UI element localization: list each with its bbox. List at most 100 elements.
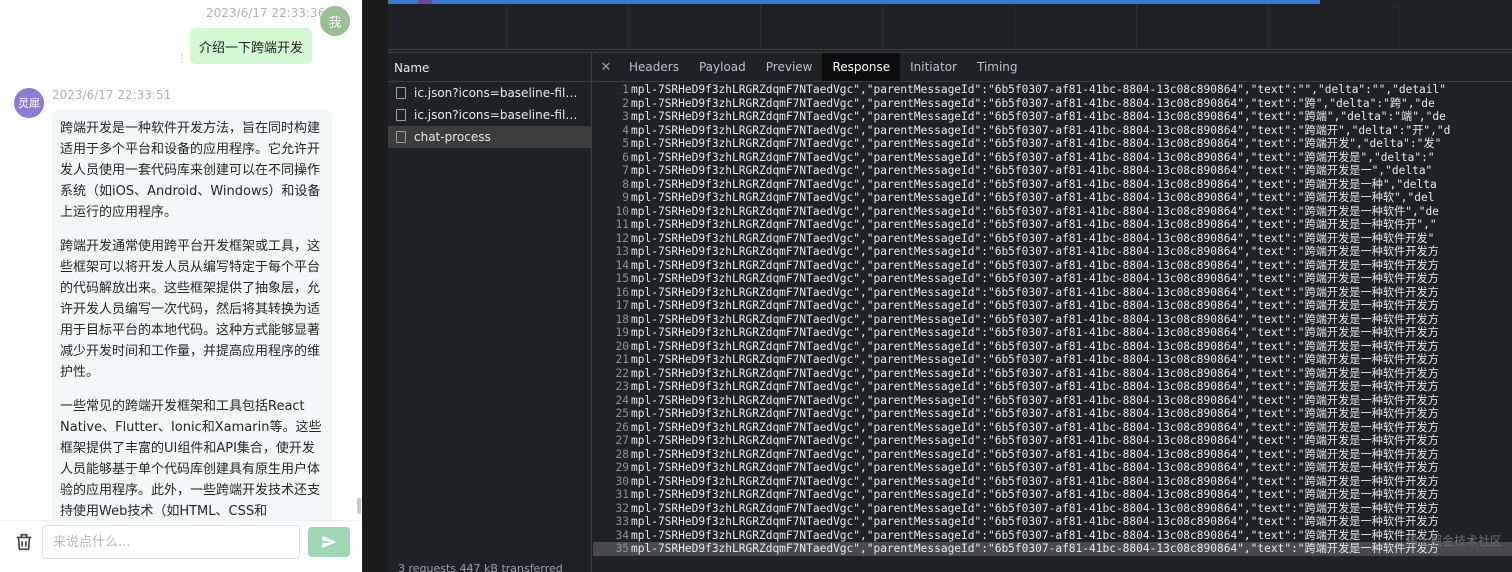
line-content: mpl-7SRHeD9f3zhLRGRZdqmF7NTaedVgc","pare… — [631, 259, 1439, 273]
request-rows: ic.json?icons=baseline-file-d... ic.json?… — [388, 82, 591, 148]
line-tail: 跨端开发是一种软件开发方 — [1304, 312, 1439, 326]
line-prefix: mpl-7SRHeD9f3zhLRGRZdqmF7NTaedVgc","pare… — [631, 137, 1305, 150]
line-content: mpl-7SRHeD9f3zhLRGRZdqmF7NTaedVgc","pare… — [631, 488, 1439, 502]
line-tail: ","delta":"","detail" — [1304, 83, 1446, 96]
bot-message-time: 2023/6/17 22:33:51 — [52, 88, 172, 102]
line-number: 25 — [615, 407, 629, 420]
code-line: 30 mpl-7SRHeD9f3zhLRGRZdqmF7NTaedVgc","pa… — [593, 475, 1512, 489]
code-line: 9 mpl-7SRHeD9f3zhLRGRZdqmF7NTaedVgc","par… — [593, 191, 1512, 205]
send-button[interactable] — [308, 527, 350, 557]
line-content: mpl-7SRHeD9f3zhLRGRZdqmF7NTaedVgc","pare… — [631, 353, 1439, 367]
chat-scrollbar[interactable] — [357, 498, 361, 514]
line-prefix: mpl-7SRHeD9f3zhLRGRZdqmF7NTaedVgc","pare… — [631, 110, 1305, 123]
chat-input[interactable] — [42, 525, 300, 559]
line-content: mpl-7SRHeD9f3zhLRGRZdqmF7NTaedVgc","pare… — [631, 461, 1439, 475]
code-line: 33 mpl-7SRHeD9f3zhLRGRZdqmF7NTaedVgc","pa… — [593, 515, 1512, 529]
code-line: 21 mpl-7SRHeD9f3zhLRGRZdqmF7NTaedVgc","pa… — [593, 353, 1512, 367]
line-number: 16 — [615, 285, 629, 299]
detail-tabbar: ✕ Headers Payload Preview Response Initiator… — [593, 52, 1512, 82]
close-icon[interactable]: ✕ — [593, 53, 619, 81]
line-tail: 跨端开发是一种软件开发方 — [1304, 299, 1439, 312]
code-line: 20 mpl-7SRHeD9f3zhLRGRZdqmF7NTaedVgc","pa… — [593, 340, 1512, 354]
line-number: 35 — [615, 542, 629, 555]
code-line: 35 mpl-7SRHeD9f3zhLRGRZdqmF7NTaedVgc","pa… — [593, 542, 1512, 556]
line-number: 2 — [622, 96, 629, 110]
code-line: 2 mpl-7SRHeD9f3zhLRGRZdqmF7NTaedVgc","par… — [593, 97, 1512, 111]
request-name: chat-process — [414, 130, 491, 144]
timeline-gridline — [1136, 4, 1137, 50]
line-content: mpl-7SRHeD9f3zhLRGRZdqmF7NTaedVgc","pare… — [631, 515, 1439, 529]
code-line: 4 mpl-7SRHeD9f3zhLRGRZdqmF7NTaedVgc","par… — [593, 124, 1512, 138]
line-content: mpl-7SRHeD9f3zhLRGRZdqmF7NTaedVgc","pare… — [631, 299, 1439, 313]
line-tail: 跨","delta":"跨","de — [1304, 96, 1435, 110]
tab-initiator[interactable]: Initiator — [900, 53, 967, 81]
line-number: 4 — [622, 123, 629, 137]
line-number: 7 — [622, 164, 629, 177]
request-row[interactable]: chat-process — [388, 126, 591, 148]
line-number: 34 — [615, 528, 629, 542]
line-tail: 跨端开发是一种软件开发方 — [1304, 380, 1439, 393]
file-icon — [396, 131, 406, 143]
code-line: 18 mpl-7SRHeD9f3zhLRGRZdqmF7NTaedVgc","pa… — [593, 313, 1512, 327]
response-body[interactable]: 1 mpl-7SRHeD9f3zhLRGRZdqmF7NTaedVgc","par… — [593, 83, 1512, 572]
line-content: mpl-7SRHeD9f3zhLRGRZdqmF7NTaedVgc","pare… — [631, 313, 1439, 327]
line-content: mpl-7SRHeD9f3zhLRGRZdqmF7NTaedVgc","pare… — [631, 529, 1439, 543]
timeline-gridline — [506, 4, 507, 50]
line-number: 15 — [615, 272, 629, 285]
file-icon — [396, 109, 406, 121]
watermark: 稀土掘金技术社区 — [1405, 534, 1502, 548]
line-prefix: mpl-7SRHeD9f3zhLRGRZdqmF7NTaedVgc","pare… — [631, 326, 1305, 339]
line-tail: 跨端开发是一种软件开发方 — [1304, 353, 1439, 366]
line-number: 27 — [615, 434, 629, 447]
line-tail: 跨端开发是一种软件开发方 — [1304, 339, 1439, 353]
code-line: 13 mpl-7SRHeD9f3zhLRGRZdqmF7NTaedVgc","pa… — [593, 245, 1512, 259]
line-tail: 跨端开发是","delta":" — [1304, 150, 1435, 164]
code-line: 34 mpl-7SRHeD9f3zhLRGRZdqmF7NTaedVgc","pa… — [593, 529, 1512, 543]
line-tail: 跨端开发是一种软件开发方 — [1304, 393, 1439, 407]
line-tail: 跨端开发","delta":"发" — [1304, 137, 1442, 150]
bot-paragraph: 一些常见的跨端开发框架和工具包括React Native、Flutter、Ion… — [60, 399, 322, 519]
network-timeline[interactable] — [388, 0, 1512, 50]
send-icon — [322, 536, 337, 548]
trash-icon[interactable] — [13, 531, 35, 553]
tab-headers[interactable]: Headers — [619, 53, 689, 81]
panel-divider[interactable] — [362, 0, 388, 572]
line-content: mpl-7SRHeD9f3zhLRGRZdqmF7NTaedVgc","pare… — [631, 340, 1439, 354]
tab-preview[interactable]: Preview — [756, 53, 823, 81]
line-content: mpl-7SRHeD9f3zhLRGRZdqmF7NTaedVgc","pare… — [631, 205, 1439, 219]
timeline-gridline — [628, 4, 629, 50]
devtools-panel: Name ic.json?icons=baseline-file-d... ic.… — [362, 0, 1512, 572]
line-tail: 跨端开发是一种软件开发方 — [1304, 326, 1439, 339]
line-content: mpl-7SRHeD9f3zhLRGRZdqmF7NTaedVgc","pare… — [631, 232, 1434, 246]
line-tail: 跨端开发是一种软件开发方 — [1304, 245, 1439, 258]
line-content: mpl-7SRHeD9f3zhLRGRZdqmF7NTaedVgc","pare… — [631, 326, 1439, 340]
code-line: 19 mpl-7SRHeD9f3zhLRGRZdqmF7NTaedVgc","pa… — [593, 326, 1512, 340]
tab-timing[interactable]: Timing — [967, 53, 1028, 81]
bot-avatar: 灵犀 — [14, 88, 44, 118]
line-content: mpl-7SRHeD9f3zhLRGRZdqmF7NTaedVgc","pare… — [631, 367, 1439, 381]
code-line: 22 mpl-7SRHeD9f3zhLRGRZdqmF7NTaedVgc","pa… — [593, 367, 1512, 381]
line-prefix: mpl-7SRHeD9f3zhLRGRZdqmF7NTaedVgc","pare… — [631, 96, 1305, 110]
message-list[interactable]: 2023/6/17 22:33:36 我 介绍一下跨端开发 ⋮ 灵犀 2023/… — [0, 0, 362, 520]
line-prefix: mpl-7SRHeD9f3zhLRGRZdqmF7NTaedVgc","pare… — [631, 542, 1305, 555]
tab-response[interactable]: Response — [822, 53, 901, 81]
line-prefix: mpl-7SRHeD9f3zhLRGRZdqmF7NTaedVgc","pare… — [631, 420, 1305, 434]
timeline-marker — [418, 0, 432, 4]
code-line: 3 mpl-7SRHeD9f3zhLRGRZdqmF7NTaedVgc","par… — [593, 110, 1512, 124]
request-row[interactable]: ic.json?icons=baseline-file-d... — [388, 104, 591, 126]
code-line: 29 mpl-7SRHeD9f3zhLRGRZdqmF7NTaedVgc","pa… — [593, 461, 1512, 475]
code-line: 1 mpl-7SRHeD9f3zhLRGRZdqmF7NTaedVgc","par… — [593, 83, 1512, 97]
more-options-icon[interactable]: ⋮ — [176, 52, 187, 65]
line-prefix: mpl-7SRHeD9f3zhLRGRZdqmF7NTaedVgc","pare… — [631, 380, 1305, 393]
tab-payload[interactable]: Payload — [689, 53, 756, 81]
line-tail: 跨端开发是一种软件开发方 — [1304, 366, 1439, 380]
line-content: mpl-7SRHeD9f3zhLRGRZdqmF7NTaedVgc","pare… — [631, 434, 1439, 448]
request-row[interactable]: ic.json?icons=baseline-file-d... — [388, 82, 591, 104]
name-column-header[interactable]: Name — [388, 52, 591, 82]
line-prefix: mpl-7SRHeD9f3zhLRGRZdqmF7NTaedVgc","pare… — [631, 123, 1305, 137]
line-number: 8 — [622, 177, 629, 191]
line-number: 11 — [615, 218, 629, 231]
line-tail: 跨端开发是一种软件开发方 — [1304, 461, 1439, 474]
line-content: mpl-7SRHeD9f3zhLRGRZdqmF7NTaedVgc","pare… — [631, 97, 1435, 111]
code-line: 17 mpl-7SRHeD9f3zhLRGRZdqmF7NTaedVgc","pa… — [593, 299, 1512, 313]
